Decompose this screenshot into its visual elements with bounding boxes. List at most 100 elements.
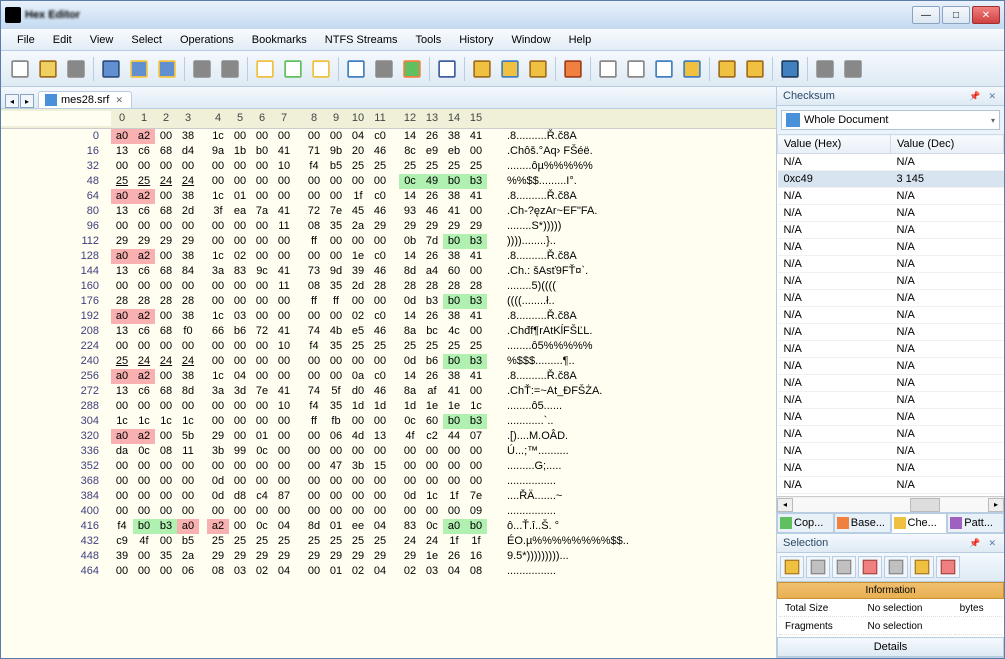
byte[interactable]: 00: [251, 279, 273, 294]
byte[interactable]: 5f: [325, 384, 347, 399]
byte[interactable]: 00: [251, 474, 273, 489]
byte[interactable]: 00: [369, 234, 391, 249]
scroll-left-button[interactable]: ◂: [777, 498, 793, 512]
byte[interactable]: 00: [229, 219, 251, 234]
byte[interactable]: ff: [303, 294, 325, 309]
byte[interactable]: 00: [303, 354, 325, 369]
sel-tool-6[interactable]: [910, 556, 934, 578]
checksum-row[interactable]: N/AN/A: [778, 239, 1004, 256]
byte[interactable]: f4: [303, 339, 325, 354]
byte[interactable]: a2: [133, 129, 155, 144]
byte[interactable]: 44: [443, 429, 465, 444]
compare-button[interactable]: [525, 56, 551, 82]
hex-row[interactable]: 64a0a200381c01000000001fc014263841.8....…: [1, 189, 776, 204]
byte[interactable]: 25: [347, 159, 369, 174]
byte[interactable]: 25: [133, 174, 155, 189]
byte[interactable]: b5: [177, 534, 199, 549]
byte[interactable]: 00: [399, 474, 421, 489]
byte[interactable]: 00: [229, 159, 251, 174]
byte[interactable]: 00: [325, 474, 347, 489]
byte[interactable]: 00: [369, 414, 391, 429]
byte[interactable]: 04: [347, 129, 369, 144]
byte[interactable]: 1d: [399, 399, 421, 414]
byte[interactable]: 29: [133, 234, 155, 249]
byte[interactable]: 3b: [347, 459, 369, 474]
byte[interactable]: 68: [155, 384, 177, 399]
byte[interactable]: 7a: [251, 204, 273, 219]
byte[interactable]: b3: [465, 354, 487, 369]
ascii[interactable]: .8..........Ř.č8A: [507, 129, 577, 144]
byte[interactable]: 38: [443, 369, 465, 384]
hex-row[interactable]: 192a0a200381c030000000002c014263841.8...…: [1, 309, 776, 324]
byte[interactable]: 04: [229, 369, 251, 384]
byte[interactable]: b0: [443, 174, 465, 189]
edit-pen-button[interactable]: [679, 56, 705, 82]
byte[interactable]: 00: [303, 429, 325, 444]
byte[interactable]: 00: [273, 189, 295, 204]
byte[interactable]: 00: [303, 189, 325, 204]
details-toggle[interactable]: Details: [777, 637, 1004, 657]
byte[interactable]: 00: [111, 279, 133, 294]
byte[interactable]: 00: [251, 159, 273, 174]
panel-pin-button[interactable]: 📌: [967, 538, 982, 549]
byte[interactable]: 0c: [251, 519, 273, 534]
byte[interactable]: 00: [273, 369, 295, 384]
tab-next-button[interactable]: ▸: [20, 94, 34, 108]
hex-row[interactable]: 432c94f00b5252525252525252524241f1fÉO.µ%…: [1, 534, 776, 549]
hex-row[interactable]: 384000000000dd8c487000000000d1c1f7e....Ř…: [1, 489, 776, 504]
byte[interactable]: 29: [155, 234, 177, 249]
byte[interactable]: 41: [273, 144, 295, 159]
ascii[interactable]: ................: [507, 474, 556, 489]
byte[interactable]: 00: [111, 504, 133, 519]
byte[interactable]: 41: [465, 129, 487, 144]
byte[interactable]: 28: [369, 279, 391, 294]
undo-button[interactable]: [189, 56, 215, 82]
byte[interactable]: 00: [399, 504, 421, 519]
byte[interactable]: 00: [155, 504, 177, 519]
byte[interactable]: 00: [111, 339, 133, 354]
byte[interactable]: 0d: [399, 489, 421, 504]
byte[interactable]: 00: [273, 474, 295, 489]
byte[interactable]: 00: [421, 444, 443, 459]
byte[interactable]: 29: [303, 549, 325, 564]
byte[interactable]: 00: [155, 339, 177, 354]
byte[interactable]: e9: [421, 144, 443, 159]
ascii[interactable]: ........ô5%%%%%: [507, 339, 593, 354]
byte[interactable]: b0: [465, 519, 487, 534]
byte[interactable]: 1c: [207, 369, 229, 384]
byte[interactable]: 1c: [207, 309, 229, 324]
byte[interactable]: 11: [273, 219, 295, 234]
byte[interactable]: 66: [207, 324, 229, 339]
checksum-col-header[interactable]: Value (Dec): [891, 135, 1004, 154]
byte[interactable]: 00: [303, 504, 325, 519]
hex-row[interactable]: 320a0a2005b2900010000064d134fc24407.[)..…: [1, 429, 776, 444]
hex-row[interactable]: 0a0a200381c000000000004c014263841.8.....…: [1, 129, 776, 144]
byte[interactable]: 07: [465, 429, 487, 444]
hex-row[interactable]: 320000000000000010f4b5252525252525......…: [1, 159, 776, 174]
byte[interactable]: 00: [369, 354, 391, 369]
byte[interactable]: 46: [369, 384, 391, 399]
ascii[interactable]: ((((........ł..: [507, 294, 555, 309]
checksum-row[interactable]: N/AN/A: [778, 273, 1004, 290]
byte[interactable]: 00: [325, 504, 347, 519]
layout-button[interactable]: [812, 56, 838, 82]
hex-row[interactable]: 20813c668f066b67241744be5468abc4c00.Chđf…: [1, 324, 776, 339]
byte[interactable]: 35: [155, 549, 177, 564]
byte[interactable]: 41: [465, 189, 487, 204]
save-all-button[interactable]: [154, 56, 180, 82]
byte[interactable]: 00: [207, 159, 229, 174]
byte[interactable]: c0: [369, 309, 391, 324]
byte[interactable]: 00: [399, 444, 421, 459]
hex-row[interactable]: 482525242400000000000000000c49b0b3%%$$..…: [1, 174, 776, 189]
byte[interactable]: 2a: [347, 219, 369, 234]
byte[interactable]: 10: [273, 399, 295, 414]
byte[interactable]: a0: [177, 519, 199, 534]
byte[interactable]: 08: [155, 444, 177, 459]
byte[interactable]: a0: [111, 429, 133, 444]
checksum-row[interactable]: N/AN/A: [778, 477, 1004, 494]
byte[interactable]: b0: [443, 234, 465, 249]
tool-c-button[interactable]: [651, 56, 677, 82]
byte[interactable]: f4: [111, 519, 133, 534]
byte[interactable]: 00: [465, 459, 487, 474]
byte[interactable]: 11: [177, 444, 199, 459]
